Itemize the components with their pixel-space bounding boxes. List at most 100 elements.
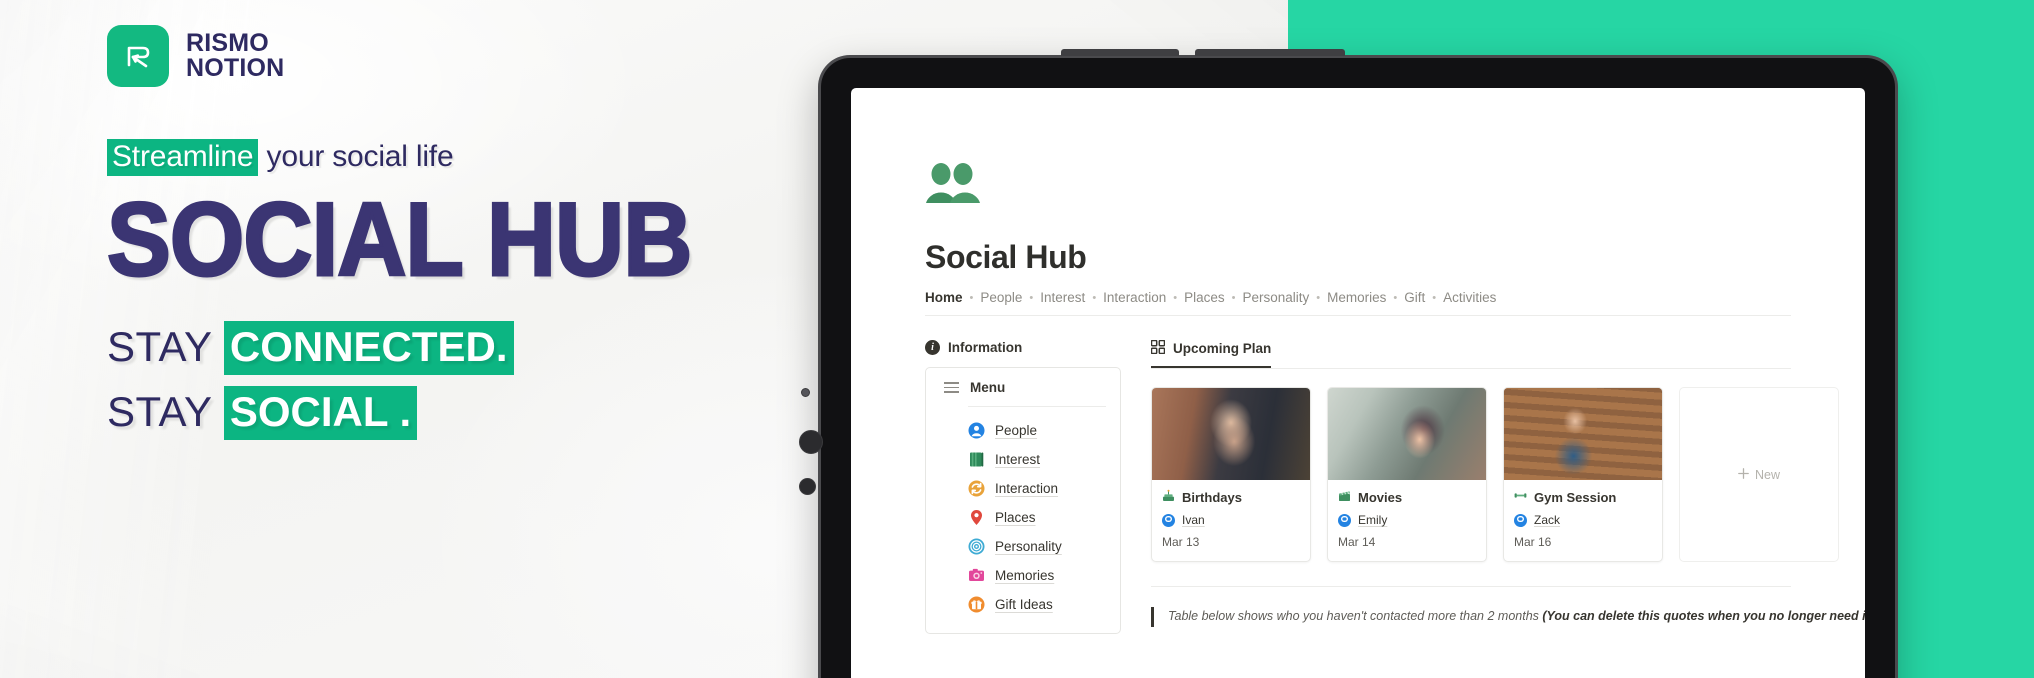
breadcrumb-item-home[interactable]: Home xyxy=(925,290,963,305)
add-new-card-label: New xyxy=(1754,467,1780,482)
camera-icon xyxy=(968,567,985,584)
brand-logo: RISMO NOTION xyxy=(107,25,284,87)
card-date: Mar 13 xyxy=(1162,535,1200,549)
hero-copy: Streamline your social life SOCIAL HUB S… xyxy=(106,139,747,444)
map-pin-icon xyxy=(968,509,985,526)
card-person[interactable]: Zack xyxy=(1514,513,1652,527)
hamburger-icon xyxy=(944,382,959,393)
card-photo-man-wood-wall xyxy=(1504,388,1662,480)
gallery-grid-icon xyxy=(1150,339,1166,357)
tab-information[interactable]: i Information xyxy=(925,340,1121,355)
menu-list: People Interest Interaction Places Perso… xyxy=(968,406,1106,619)
tab-upcoming-plan[interactable]: Upcoming Plan xyxy=(1150,339,1272,368)
card-title: Gym Session xyxy=(1514,489,1652,505)
dumbbell-icon xyxy=(1514,489,1527,505)
social-highlight: SOCIAL . xyxy=(223,386,418,440)
quote-plain: Table below shows who you haven't contac… xyxy=(1168,609,1543,623)
person-icon xyxy=(1514,513,1527,527)
sidebar-item-label: Personality xyxy=(995,539,1062,554)
stay-word-2: STAY xyxy=(107,388,212,435)
sidebar-item-label: People xyxy=(995,423,1038,438)
breadcrumb-separator: • xyxy=(1173,291,1178,304)
breadcrumb-item-people[interactable]: People xyxy=(980,290,1022,305)
tab-bar: Upcoming Plan xyxy=(1150,339,1791,369)
sidebar-item-interaction[interactable]: Interaction xyxy=(968,474,1106,503)
breadcrumb-item-places[interactable]: Places xyxy=(1184,290,1225,305)
breadcrumb-item-personality[interactable]: Personality xyxy=(1242,290,1309,305)
book-icon xyxy=(968,451,985,468)
tagline-highlight: Streamline xyxy=(107,139,259,176)
sidebar-item-interest[interactable]: Interest xyxy=(968,445,1106,474)
breadcrumb-item-interaction[interactable]: Interaction xyxy=(1103,290,1166,305)
breadcrumb-separator: • xyxy=(1029,291,1034,304)
breadcrumb-separator: • xyxy=(1316,291,1321,304)
sidebar-item-label: Memories xyxy=(995,568,1055,583)
breadcrumb-item-activities[interactable]: Activities xyxy=(1443,290,1496,305)
card-photo-man-dark-jacket xyxy=(1152,388,1310,480)
tab-upcoming-plan-label: Upcoming Plan xyxy=(1173,341,1272,356)
rismo-logo-icon xyxy=(107,25,169,87)
side-button-primary[interactable] xyxy=(799,430,823,454)
person-icon xyxy=(968,422,985,439)
volume-down-button[interactable] xyxy=(1195,49,1345,56)
sidebar-item-places[interactable]: Places xyxy=(968,503,1106,532)
breadcrumb-separator: • xyxy=(1231,291,1236,304)
card-date: Mar 16 xyxy=(1514,535,1552,549)
card-body: Birthdays Ivan Mar 13 xyxy=(1152,480,1310,561)
sidebar-item-personality[interactable]: Personality xyxy=(968,532,1106,561)
card-photo-woman-outdoors xyxy=(1328,388,1486,480)
page-columns: i Information Menu People Interest Inter… xyxy=(925,339,1865,634)
sidebar-item-people[interactable]: People xyxy=(968,416,1106,445)
card-body: Gym Session Zack Mar 16 xyxy=(1504,480,1662,561)
sidebar-item-gift-ideas[interactable]: Gift Ideas xyxy=(968,590,1106,619)
stay-word-1: STAY xyxy=(107,322,212,370)
sidebar-item-label: Gift Ideas xyxy=(995,597,1053,612)
card-person[interactable]: Emily xyxy=(1338,513,1476,527)
person-icon xyxy=(1162,513,1175,527)
plan-card[interactable]: Birthdays Ivan Mar 13 xyxy=(1151,387,1311,562)
menu-card: Menu People Interest Interaction Places … xyxy=(925,367,1121,634)
connected-highlight: CONNECTED. xyxy=(223,320,514,375)
birthday-cake-icon xyxy=(1162,489,1175,505)
plan-card[interactable]: Movies Emily Mar 14 xyxy=(1327,387,1487,562)
quote-bold: (You can delete this quotes when you no … xyxy=(1542,609,1865,623)
plan-card-grid: Birthdays Ivan Mar 13 Movies Emily Mar 1… xyxy=(1151,387,1839,562)
hero-tagline: Streamline your social life xyxy=(107,139,747,176)
sidebar-item-memories[interactable]: Memories xyxy=(968,561,1106,590)
tagline-rest: your social life xyxy=(266,140,454,173)
add-new-card-button[interactable]: New xyxy=(1679,387,1839,562)
quote-bar xyxy=(1151,607,1154,627)
breadcrumb-separator: • xyxy=(1393,291,1398,304)
tablet-screen: Social Hub Home • People • Interest • In… xyxy=(851,88,1865,678)
plus-icon xyxy=(1738,467,1749,482)
volume-up-button[interactable] xyxy=(1061,49,1179,56)
card-person[interactable]: Ivan xyxy=(1162,513,1300,527)
breadcrumb-item-memories[interactable]: Memories xyxy=(1327,290,1386,305)
gift-icon xyxy=(968,596,985,613)
sidebar-item-label: Places xyxy=(995,510,1036,525)
breadcrumb-separator: • xyxy=(1092,291,1097,304)
side-button-secondary[interactable] xyxy=(799,478,816,495)
brand-name: RISMO NOTION xyxy=(186,30,284,82)
quote-callout: Table below shows who you haven't contac… xyxy=(1151,586,1865,627)
breadcrumb-item-interest[interactable]: Interest xyxy=(1040,290,1085,305)
tab-information-label: Information xyxy=(948,340,1023,355)
card-person-label: Zack xyxy=(1534,513,1561,527)
breadcrumb-separator: • xyxy=(969,291,974,304)
card-title: Birthdays xyxy=(1162,489,1300,505)
plan-card[interactable]: Gym Session Zack Mar 16 xyxy=(1503,387,1663,562)
upcoming-plan-column: Upcoming Plan Birthdays Ivan Mar 13 Movi… xyxy=(1150,339,1865,634)
page-title: SOCIAL HUB xyxy=(106,182,694,298)
notion-page-title: Social Hub xyxy=(925,239,1087,275)
breadcrumb-item-gift[interactable]: Gift xyxy=(1404,290,1425,305)
breadcrumb-separator: • xyxy=(1432,291,1437,304)
card-person-label: Emily xyxy=(1358,513,1388,527)
two-people-icon xyxy=(925,162,1865,209)
menu-title: Menu xyxy=(970,380,1006,395)
person-icon xyxy=(1338,513,1351,527)
sidebar-item-label: Interest xyxy=(995,452,1041,467)
information-column: i Information Menu People Interest Inter… xyxy=(925,340,1121,634)
menu-header: Menu xyxy=(944,380,1106,406)
refresh-icon xyxy=(968,480,985,497)
breadcrumb: Home • People • Interest • Interaction •… xyxy=(925,290,1791,316)
